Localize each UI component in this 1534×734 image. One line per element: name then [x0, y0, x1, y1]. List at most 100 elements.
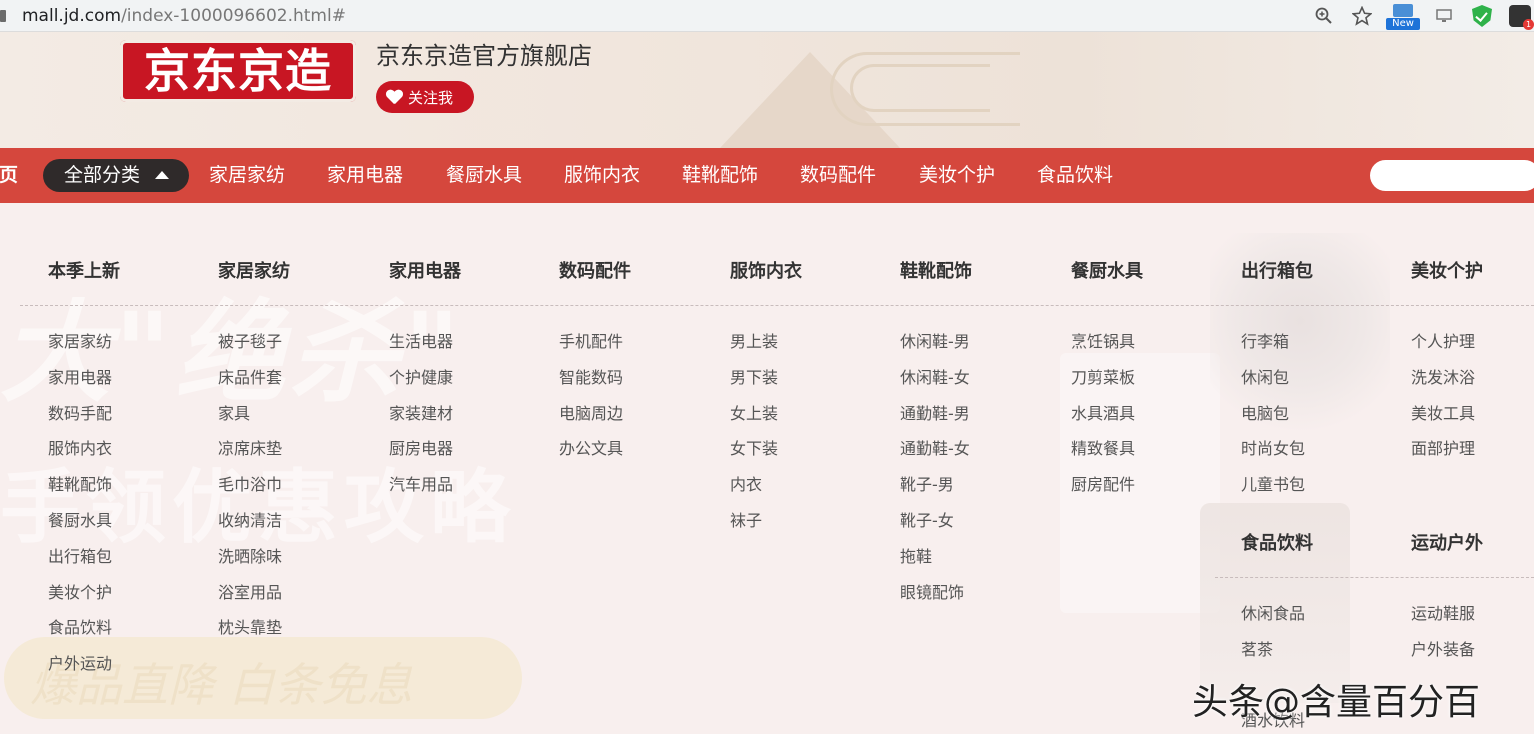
nav-item-food[interactable]: 食品饮料	[1037, 148, 1113, 203]
column-title-beauty[interactable]: 美妆个护	[1411, 257, 1483, 283]
nav-home[interactable]: 首页	[0, 148, 18, 203]
category-nav-bar: 首页 全部分类 家居家纺 家用电器 餐厨水具 服饰内衣 鞋靴配饰 数码配件 美妆…	[0, 148, 1534, 203]
list-item[interactable]: 枕头靠垫	[218, 617, 282, 653]
nav-all-categories-button[interactable]: 全部分类	[43, 159, 189, 192]
list-item[interactable]: 洗发沐浴	[1411, 367, 1475, 403]
list-item[interactable]: 家装建材	[389, 403, 453, 439]
list-item[interactable]: 烹饪锅具	[1071, 331, 1135, 367]
column-list-home-textile: 被子毯子 床品件套 家具 凉席床垫 毛巾浴巾 收纳清洁 洗晒除味 浴室用品 枕头…	[218, 331, 282, 653]
nav-item-appliances[interactable]: 家用电器	[327, 148, 403, 203]
list-item[interactable]: 床品件套	[218, 367, 282, 403]
list-item[interactable]: 户外装备	[1411, 639, 1475, 675]
list-item[interactable]: 时尚女包	[1241, 438, 1305, 474]
column-title-apparel[interactable]: 服饰内衣	[730, 257, 802, 283]
list-item[interactable]: 休闲包	[1241, 367, 1305, 403]
list-item[interactable]: 数码手配	[48, 403, 112, 439]
list-item[interactable]: 通勤鞋-女	[900, 438, 970, 474]
column-list-new-season: 家居家纺 家用电器 数码手配 服饰内衣 鞋靴配饰 餐厨水具 出行箱包 美妆个护 …	[48, 331, 112, 689]
monitor-icon[interactable]	[1430, 2, 1458, 30]
list-item[interactable]: 厨房电器	[389, 438, 453, 474]
list-item[interactable]: 餐厨水具	[48, 510, 112, 546]
list-item[interactable]: 被子毯子	[218, 331, 282, 367]
list-item[interactable]: 汽车用品	[389, 474, 453, 510]
bookmark-star-icon[interactable]	[1348, 2, 1376, 30]
list-item[interactable]: 个护健康	[389, 367, 453, 403]
browser-address-bar: mall.jd.com/index-1000096602.html# New 1	[0, 0, 1534, 32]
list-item[interactable]: 精致餐具	[1071, 438, 1135, 474]
list-item[interactable]: 个人护理	[1411, 331, 1475, 367]
list-item[interactable]: 厨房配件	[1071, 474, 1135, 510]
zoom-icon[interactable]	[1310, 2, 1338, 30]
list-item[interactable]: 靴子-女	[900, 510, 970, 546]
list-item[interactable]: 休闲食品	[1241, 603, 1305, 639]
url-field[interactable]: mall.jd.com/index-1000096602.html#	[22, 6, 346, 26]
nav-item-kitchen[interactable]: 餐厨水具	[446, 148, 522, 203]
follow-button[interactable]: 关注我	[376, 81, 474, 113]
column-title-kitchen[interactable]: 餐厨水具	[1071, 257, 1143, 283]
column-title-outdoor[interactable]: 运动户外	[1411, 529, 1483, 555]
list-item[interactable]: 手机配件	[559, 331, 623, 367]
shop-search-input[interactable]	[1370, 160, 1534, 191]
column-title-food[interactable]: 食品饮料	[1241, 529, 1313, 555]
shop-header: 京东京造 京东京造官方旗舰店 关注我	[0, 32, 1534, 148]
list-item[interactable]: 拖鞋	[900, 546, 970, 582]
new-badge: New	[1386, 18, 1420, 30]
list-item[interactable]: 休闲鞋-女	[900, 367, 970, 403]
list-item[interactable]: 运动鞋服	[1411, 603, 1475, 639]
column-title-home-textile[interactable]: 家居家纺	[218, 257, 290, 283]
list-item[interactable]: 美妆工具	[1411, 403, 1475, 439]
shield-extension-icon[interactable]	[1468, 2, 1496, 30]
list-item[interactable]: 服饰内衣	[48, 438, 112, 474]
list-item[interactable]: 水具酒具	[1071, 403, 1135, 439]
list-item[interactable]: 内衣	[730, 474, 778, 510]
list-item[interactable]: 刀剪菜板	[1071, 367, 1135, 403]
decorative-scroll-inner	[850, 64, 990, 112]
list-item[interactable]: 浴室用品	[218, 582, 282, 618]
list-item[interactable]: 收纳清洁	[218, 510, 282, 546]
list-item[interactable]: 电脑周边	[559, 403, 623, 439]
list-item[interactable]: 面部护理	[1411, 438, 1475, 474]
list-item[interactable]: 毛巾浴巾	[218, 474, 282, 510]
list-item[interactable]: 男下装	[730, 367, 778, 403]
column-title-luggage[interactable]: 出行箱包	[1241, 257, 1313, 283]
list-item[interactable]: 靴子-男	[900, 474, 970, 510]
profile-extension-icon[interactable]: 1	[1506, 2, 1534, 30]
list-item[interactable]: 家具	[218, 403, 282, 439]
column-title-digital[interactable]: 数码配件	[559, 257, 631, 283]
list-item[interactable]: 休闲鞋-男	[900, 331, 970, 367]
shop-logo[interactable]: 京东京造	[120, 40, 356, 102]
list-item[interactable]: 儿童书包	[1241, 474, 1305, 510]
list-item[interactable]: 食品饮料	[48, 617, 112, 653]
nav-item-digital[interactable]: 数码配件	[800, 148, 876, 203]
nav-all-categories-label: 全部分类	[64, 164, 141, 186]
list-item[interactable]: 女下装	[730, 438, 778, 474]
nav-item-shoes[interactable]: 鞋靴配饰	[682, 148, 758, 203]
column-list-shoes: 休闲鞋-男 休闲鞋-女 通勤鞋-男 通勤鞋-女 靴子-男 靴子-女 拖鞋 眼镜配…	[900, 331, 970, 617]
list-item[interactable]: 电脑包	[1241, 403, 1305, 439]
column-title-shoes[interactable]: 鞋靴配饰	[900, 257, 972, 283]
list-item[interactable]: 洗晒除味	[218, 546, 282, 582]
list-item[interactable]: 男上装	[730, 331, 778, 367]
list-item[interactable]: 行李箱	[1241, 331, 1305, 367]
nav-item-beauty[interactable]: 美妆个护	[919, 148, 995, 203]
list-item[interactable]: 袜子	[730, 510, 778, 546]
list-item[interactable]: 通勤鞋-男	[900, 403, 970, 439]
list-item[interactable]: 眼镜配饰	[900, 582, 970, 618]
list-item[interactable]: 家居家纺	[48, 331, 112, 367]
list-item[interactable]: 茗茶	[1241, 639, 1305, 675]
list-item[interactable]: 生活电器	[389, 331, 453, 367]
list-item[interactable]: 鞋靴配饰	[48, 474, 112, 510]
column-title-appliances[interactable]: 家用电器	[389, 257, 461, 283]
list-item[interactable]: 出行箱包	[48, 546, 112, 582]
extension-new-icon[interactable]: New	[1386, 2, 1420, 30]
list-item[interactable]: 家用电器	[48, 367, 112, 403]
list-item[interactable]: 智能数码	[559, 367, 623, 403]
column-title-new-season[interactable]: 本季上新	[48, 257, 120, 283]
nav-item-apparel[interactable]: 服饰内衣	[564, 148, 640, 203]
list-item[interactable]: 女上装	[730, 403, 778, 439]
list-item[interactable]: 凉席床垫	[218, 438, 282, 474]
list-item[interactable]: 办公文具	[559, 438, 623, 474]
list-item[interactable]: 美妆个护	[48, 582, 112, 618]
list-item[interactable]: 户外运动	[48, 653, 112, 689]
nav-item-home-textile[interactable]: 家居家纺	[209, 148, 285, 203]
